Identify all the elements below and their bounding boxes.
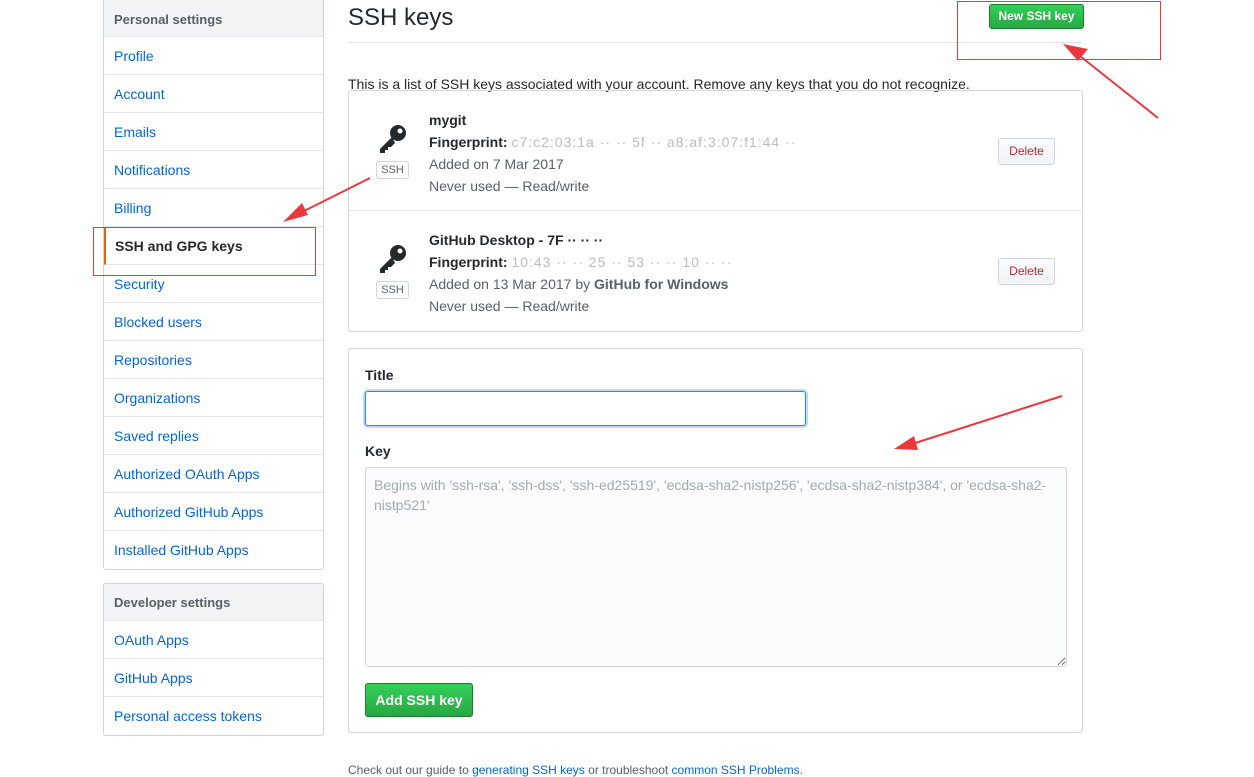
annotation-box-sidebar	[93, 227, 316, 276]
delete-key-button[interactable]: Delete	[998, 258, 1055, 285]
sidebar-item-blocked-users[interactable]: Blocked users	[104, 303, 323, 341]
sidebar-item-emails[interactable]: Emails	[104, 113, 323, 151]
ssh-type-badge: SSH	[376, 161, 409, 179]
key-icon	[380, 125, 406, 153]
sidebar-item-profile[interactable]: Profile	[104, 37, 323, 75]
help-note: Check out our guide to generating SSH ke…	[348, 763, 803, 777]
sidebar-item-authorized-oauth-apps[interactable]: Authorized OAuth Apps	[104, 455, 323, 493]
fingerprint-value: 10:43 ·· ·· 25 ·· 53 ·· ·· 10 ·· ··	[511, 254, 733, 270]
sidebar-item-oauth-apps[interactable]: OAuth Apps	[104, 621, 323, 659]
help-middle: or troubleshoot	[584, 763, 672, 777]
sidebar-item-github-apps[interactable]: GitHub Apps	[104, 659, 323, 697]
fingerprint-label: Fingerprint:	[429, 254, 508, 270]
key-label: Key	[365, 443, 391, 459]
common-ssh-problems-link[interactable]: common SSH Problems	[672, 763, 800, 777]
title-label: Title	[365, 367, 394, 383]
add-ssh-key-button[interactable]: Add SSH key	[365, 683, 473, 717]
generating-ssh-keys-link[interactable]: generating SSH keys	[472, 763, 585, 777]
sidebar-item-account[interactable]: Account	[104, 75, 323, 113]
key-added-by: GitHub for Windows	[594, 276, 729, 292]
key-usage: Never used — Read/write	[429, 178, 590, 194]
add-ssh-key-form: Title Key Add SSH key	[348, 348, 1083, 733]
annotation-box-new-key	[957, 1, 1161, 60]
key-title: mygit	[429, 112, 467, 128]
ssh-type-badge: SSH	[376, 281, 409, 299]
sidebar-item-authorized-github-apps[interactable]: Authorized GitHub Apps	[104, 493, 323, 531]
key-added-date: Added on 13 Mar 2017 by GitHub for Windo…	[429, 273, 732, 295]
key-fingerprint: Fingerprint: c7:c2:03:1a ·· ·· 5f ·· a8:…	[429, 131, 796, 153]
sidebar-item-saved-replies[interactable]: Saved replies	[104, 417, 323, 455]
delete-key-button[interactable]: Delete	[998, 138, 1055, 165]
sidebar-item-notifications[interactable]: Notifications	[104, 151, 323, 189]
sidebar-item-billing[interactable]: Billing	[104, 189, 323, 227]
key-fingerprint: Fingerprint: 10:43 ·· ·· 25 ·· 53 ·· ·· …	[429, 251, 732, 273]
ssh-key-list: SSH mygit Fingerprint: c7:c2:03:1a ·· ··…	[348, 90, 1083, 332]
sidebar-item-personal-access-tokens[interactable]: Personal access tokens	[104, 697, 323, 735]
key-added-date: Added on 7 Mar 2017	[429, 153, 796, 175]
sidebar-item-organizations[interactable]: Organizations	[104, 379, 323, 417]
key-icon	[380, 245, 406, 273]
key-added-text: Added on 13 Mar 2017 by	[429, 276, 595, 292]
ssh-key-item: SSH GitHub Desktop - 7F ·· ·· ·· Fingerp…	[349, 211, 1082, 331]
fingerprint-label: Fingerprint:	[429, 134, 508, 150]
fingerprint-value: c7:c2:03:1a ·· ·· 5f ·· a8:af:3:07:f1:44…	[511, 134, 797, 150]
developer-settings-heading: Developer settings	[104, 584, 323, 621]
key-textarea[interactable]	[365, 467, 1067, 667]
sidebar-item-installed-github-apps[interactable]: Installed GitHub Apps	[104, 531, 323, 569]
help-prefix: Check out our guide to	[348, 763, 473, 777]
page-title: SSH keys	[348, 4, 454, 31]
ssh-key-item: SSH mygit Fingerprint: c7:c2:03:1a ·· ··…	[349, 91, 1082, 211]
key-details: GitHub Desktop - 7F ·· ·· ·· Fingerprint…	[429, 229, 732, 317]
developer-settings-menu: Developer settings OAuth Apps GitHub App…	[103, 583, 324, 736]
key-title: GitHub Desktop - 7F ·· ·· ··	[429, 232, 604, 248]
key-details: mygit Fingerprint: c7:c2:03:1a ·· ·· 5f …	[429, 109, 796, 197]
help-suffix: .	[799, 763, 803, 777]
personal-settings-heading: Personal settings	[104, 0, 323, 37]
title-input[interactable]	[365, 391, 806, 426]
key-added-text: Added on 7 Mar 2017	[429, 156, 564, 172]
key-usage: Never used — Read/write	[429, 298, 590, 314]
personal-settings-menu: Personal settings Profile Account Emails…	[103, 0, 324, 570]
sidebar-item-repositories[interactable]: Repositories	[104, 341, 323, 379]
